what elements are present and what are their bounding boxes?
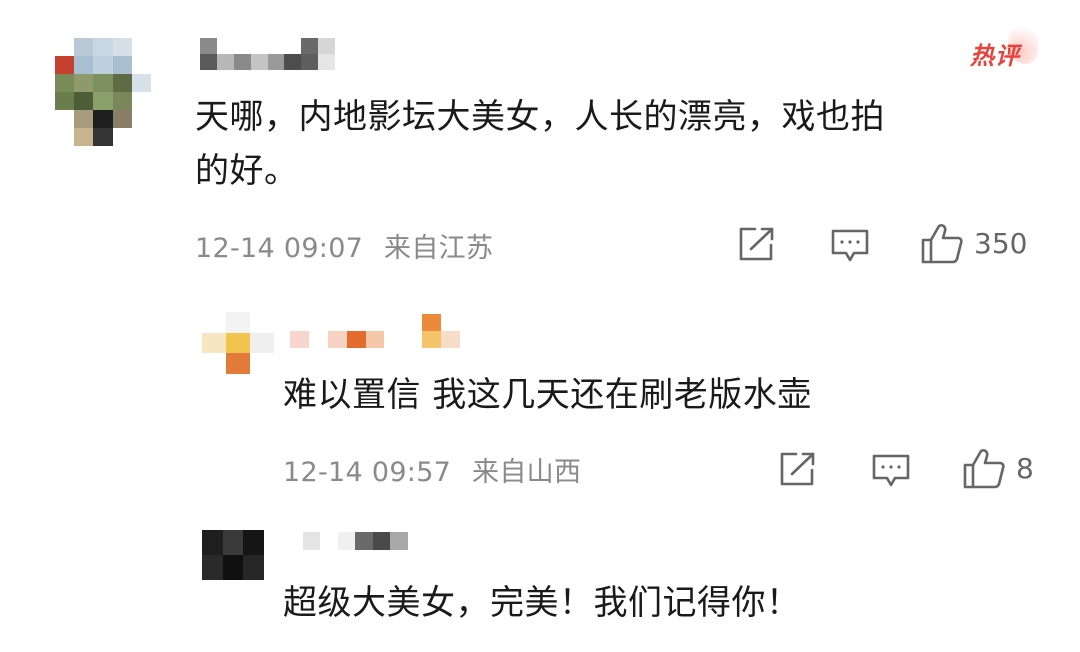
thumbs-up-icon xyxy=(963,449,1005,489)
share-icon xyxy=(780,452,815,486)
like-button[interactable]: 8 xyxy=(962,447,1034,489)
comment-time: 12-14 09:07 xyxy=(195,233,364,264)
like-count: 8 xyxy=(1016,451,1034,485)
comment-text: 天哪，内地影坛大美女，人长的漂亮，戏也拍 的好。 xyxy=(195,90,1045,198)
avatar[interactable] xyxy=(202,312,274,374)
comment-meta: 12-14 09:57 来自山西 xyxy=(283,450,581,489)
share-button[interactable] xyxy=(778,451,816,487)
like-count: 350 xyxy=(974,226,1028,260)
reply-button[interactable] xyxy=(830,228,870,264)
avatar[interactable] xyxy=(202,530,264,580)
hot-comment-badge: 热评 xyxy=(970,42,1020,70)
username[interactable] xyxy=(285,532,425,550)
share-icon xyxy=(739,227,774,261)
avatar[interactable] xyxy=(55,38,151,146)
comment-location: 来自江苏 xyxy=(384,233,494,264)
comment-text: 难以置信 我这几天还在刷老版水壶 xyxy=(283,375,812,415)
reply-button[interactable] xyxy=(871,453,911,489)
comment-location: 来自山西 xyxy=(472,457,582,488)
share-button[interactable] xyxy=(737,226,775,262)
comment-time: 12-14 09:57 xyxy=(283,457,452,488)
reply-icon xyxy=(872,454,910,487)
like-button[interactable]: 350 xyxy=(920,222,1027,264)
comment-text-line: 的好。 xyxy=(195,151,299,191)
thumbs-up-icon xyxy=(921,224,963,264)
reply-icon xyxy=(831,229,869,262)
username[interactable] xyxy=(290,314,460,348)
comment-text-line: 天哪，内地影坛大美女，人长的漂亮，戏也拍 xyxy=(195,97,885,137)
comment-meta: 12-14 09:07 来自江苏 xyxy=(195,226,493,265)
username[interactable] xyxy=(200,38,335,70)
comment-text: 超级大美女，完美！我们记得你！ xyxy=(283,583,801,623)
